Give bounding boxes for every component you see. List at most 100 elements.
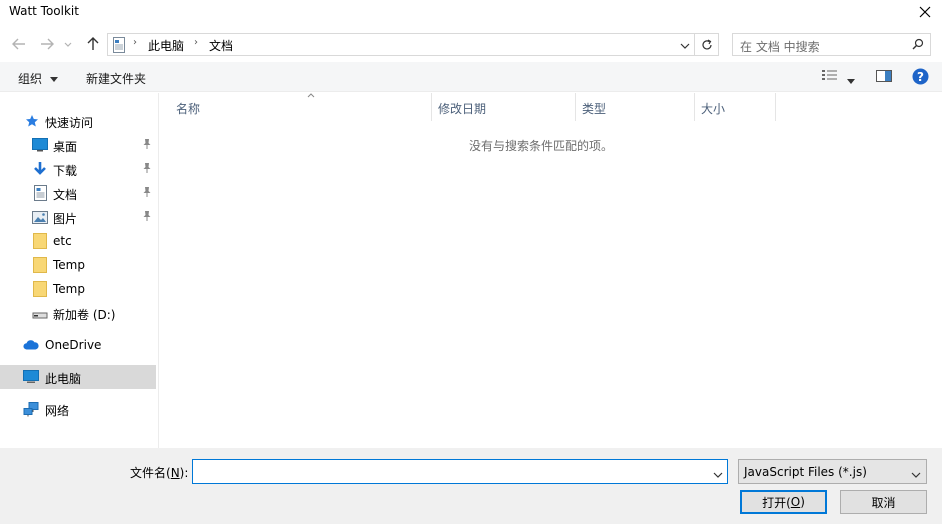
refresh-icon xyxy=(701,38,712,49)
column-header-size[interactable]: 大小 xyxy=(695,93,776,121)
empty-message-container: 没有与搜索条件匹配的项。 xyxy=(160,137,942,154)
chevron-right-icon: › xyxy=(133,37,137,48)
sidebar-item-label: 桌面 xyxy=(53,140,78,154)
column-header-name[interactable]: 名称 xyxy=(170,93,432,121)
sidebar-item-label: Temp xyxy=(53,258,85,272)
folder-icon xyxy=(32,233,48,249)
chevron-down-icon xyxy=(680,43,690,49)
drive-icon xyxy=(32,305,48,321)
view-dropdown-button[interactable] xyxy=(847,73,855,87)
up-button[interactable] xyxy=(83,34,103,54)
sidebar-item-downloads[interactable]: 下载 xyxy=(0,157,156,181)
title-bar: Watt Toolkit xyxy=(0,0,942,24)
empty-message: 没有与搜索条件匹配的项。 xyxy=(468,139,613,153)
help-icon: ? xyxy=(912,68,929,85)
column-label: 类型 xyxy=(582,102,607,116)
chevron-down-icon xyxy=(911,467,921,481)
chevron-down-icon xyxy=(713,472,723,478)
svg-text:?: ? xyxy=(917,70,924,84)
recent-locations-button[interactable] xyxy=(62,34,74,54)
sidebar-item-label: 图片 xyxy=(53,212,78,226)
column-label: 名称 xyxy=(176,102,201,116)
caret-down-icon xyxy=(49,77,58,82)
new-folder-button[interactable]: 新建文件夹 xyxy=(86,70,146,87)
footer-panel: 文件名(N): JavaScript Files (*.js) 打开(O) 取消 xyxy=(0,448,942,524)
open-button[interactable]: 打开(O) xyxy=(740,490,827,514)
column-label: 修改日期 xyxy=(438,102,487,116)
navigation-pane: 快速访问 桌面 下载 文档 图片 etc Temp Temp 新加卷 (D:) … xyxy=(0,93,159,448)
pin-icon xyxy=(142,162,152,177)
organize-menu[interactable]: 组织 xyxy=(18,70,58,87)
filename-field[interactable] xyxy=(192,459,728,484)
folder-icon xyxy=(32,257,48,273)
filename-label-accelerator: N xyxy=(170,466,180,480)
sidebar-item-temp[interactable]: Temp xyxy=(0,253,156,277)
preview-pane-icon xyxy=(876,70,892,82)
address-dropdown-button[interactable] xyxy=(680,38,690,52)
sidebar-item-pictures[interactable]: 图片 xyxy=(0,205,156,229)
sidebar-item-onedrive[interactable]: OneDrive xyxy=(0,333,156,357)
sidebar-item-label: 下载 xyxy=(53,164,78,178)
sidebar-item-desktop[interactable]: 桌面 xyxy=(0,133,156,157)
sidebar-item-drive-d[interactable]: 新加卷 (D:) xyxy=(0,301,156,325)
sidebar-item-label: 文档 xyxy=(53,188,78,202)
back-button[interactable] xyxy=(9,34,29,54)
sidebar-item-etc[interactable]: etc xyxy=(0,229,156,253)
arrow-up-icon xyxy=(87,37,99,50)
sidebar-item-temp[interactable]: Temp xyxy=(0,277,156,301)
desktop-icon xyxy=(32,137,48,153)
file-list[interactable]: 名称 修改日期 类型 大小 没有与搜索条件匹配的项。 xyxy=(160,93,942,448)
filename-dropdown-button[interactable] xyxy=(713,467,723,481)
column-header-date-modified[interactable]: 修改日期 xyxy=(432,93,576,121)
computer-icon xyxy=(23,369,39,385)
details-view-icon xyxy=(822,70,837,80)
forward-button[interactable] xyxy=(37,34,57,54)
sort-ascending-icon xyxy=(307,91,315,101)
sidebar-item-network[interactable]: 网络 xyxy=(0,397,156,421)
download-icon xyxy=(32,161,48,177)
sidebar-item-label: 网络 xyxy=(45,404,70,418)
sidebar-item-label: 新加卷 (D:) xyxy=(53,308,116,322)
cancel-button[interactable]: 取消 xyxy=(840,490,927,514)
arrow-left-icon xyxy=(12,38,25,50)
filetype-select[interactable]: JavaScript Files (*.js) xyxy=(738,459,927,484)
sidebar-item-label: OneDrive xyxy=(45,338,102,352)
column-header-type[interactable]: 类型 xyxy=(576,93,695,121)
view-options-button[interactable] xyxy=(821,68,839,85)
preview-pane-button[interactable] xyxy=(876,70,892,85)
refresh-button[interactable] xyxy=(694,34,718,55)
network-icon xyxy=(23,401,39,417)
sidebar-item-quick-access[interactable]: 快速访问 xyxy=(0,109,156,133)
pin-icon xyxy=(142,210,152,225)
search-icon xyxy=(912,38,924,53)
close-icon xyxy=(919,6,931,18)
cloud-icon xyxy=(23,337,39,353)
filetype-selected: JavaScript Files (*.js) xyxy=(744,465,867,479)
chevron-right-icon: › xyxy=(194,37,198,48)
arrow-right-icon xyxy=(41,38,54,50)
close-button[interactable] xyxy=(908,0,942,24)
sidebar-item-documents[interactable]: 文档 xyxy=(0,181,156,205)
search-input[interactable]: 在 文档 中搜索 xyxy=(732,33,931,56)
pin-icon xyxy=(142,186,152,201)
window-title: Watt Toolkit xyxy=(9,4,79,18)
open-label-accelerator: O xyxy=(790,495,801,509)
organize-label: 组织 xyxy=(18,72,43,86)
breadcrumb-this-pc[interactable]: 此电脑 xyxy=(148,37,184,54)
help-button[interactable]: ? xyxy=(912,68,929,88)
folder-icon xyxy=(32,281,48,297)
caret-down-icon xyxy=(847,79,855,84)
filename-label: 文件名(N): xyxy=(130,464,188,481)
sidebar-item-this-pc[interactable]: 此电脑 xyxy=(0,365,156,389)
sidebar-item-label: 此电脑 xyxy=(45,372,82,386)
document-location-icon xyxy=(112,37,126,56)
breadcrumb-documents[interactable]: 文档 xyxy=(209,37,233,54)
document-icon xyxy=(32,185,48,201)
chevron-down-icon xyxy=(64,42,72,47)
command-bar: 组织 新建文件夹 ? xyxy=(0,62,942,92)
navigation-bar: › 此电脑 › 文档 在 文档 中搜索 xyxy=(0,28,942,60)
star-icon xyxy=(24,113,40,129)
open-label-prefix: 打开( xyxy=(762,495,791,510)
filename-label-suffix: ): xyxy=(179,466,189,480)
address-bar[interactable]: › 此电脑 › 文档 xyxy=(107,33,719,56)
